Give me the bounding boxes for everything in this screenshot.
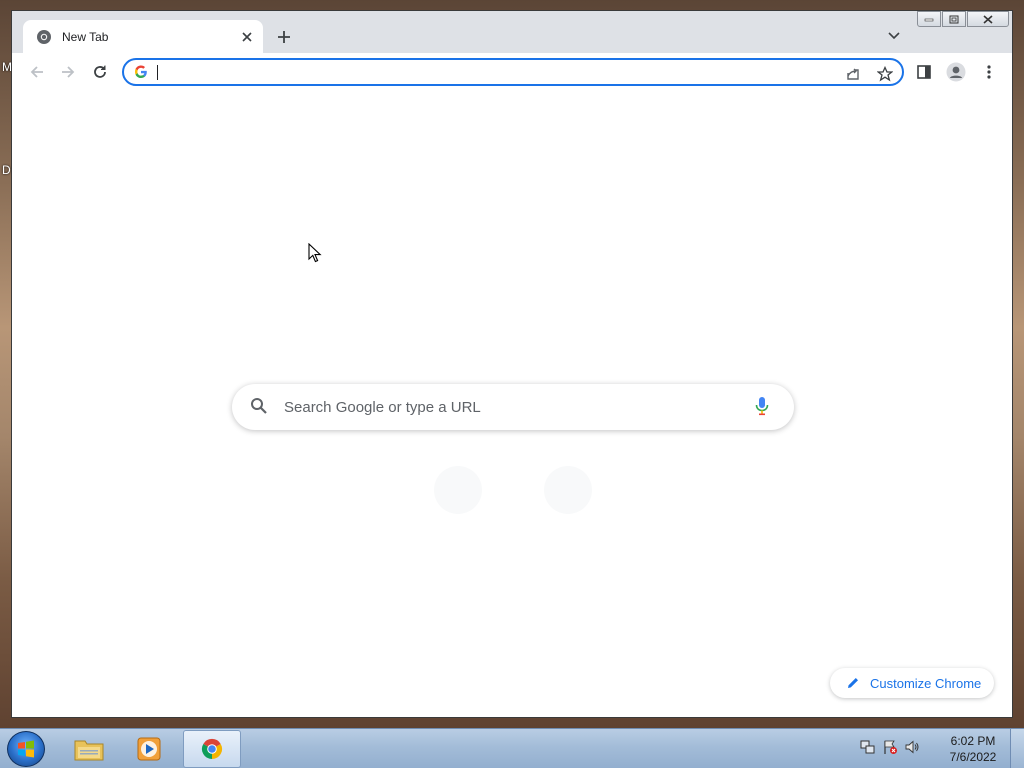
microphone-icon[interactable] bbox=[754, 396, 770, 421]
tab-new-tab[interactable]: New Tab bbox=[23, 20, 263, 53]
text-caret bbox=[157, 65, 158, 80]
window-close-button[interactable] bbox=[967, 11, 1009, 27]
browser-window: New Tab Search Google or type a URL Cust… bbox=[11, 10, 1013, 718]
windows-logo-icon bbox=[18, 740, 34, 758]
chevron-down-icon bbox=[888, 32, 900, 40]
close-icon bbox=[983, 14, 993, 24]
reload-icon bbox=[94, 65, 106, 78]
menu-button[interactable] bbox=[976, 59, 1002, 85]
plus-icon bbox=[278, 31, 290, 43]
side-panel-icon bbox=[917, 65, 931, 79]
customize-chrome-button[interactable]: Customize Chrome bbox=[830, 668, 994, 698]
profile-button[interactable] bbox=[943, 59, 969, 85]
start-button[interactable] bbox=[7, 731, 45, 767]
taskbar: 6:02 PM 7/6/2022 bbox=[0, 728, 1024, 768]
clock-date: 7/6/2022 bbox=[949, 750, 997, 764]
search-placeholder: Search Google or type a URL bbox=[284, 399, 481, 416]
desktop-icon-label-d[interactable]: D bbox=[2, 163, 11, 177]
restore-button[interactable] bbox=[942, 11, 966, 27]
avatar-icon bbox=[946, 62, 966, 82]
arrow-left-icon bbox=[30, 66, 43, 78]
tab-search-button[interactable] bbox=[884, 26, 904, 46]
minimize-icon bbox=[924, 18, 934, 22]
search-icon bbox=[250, 397, 268, 420]
back-button[interactable] bbox=[24, 59, 50, 85]
new-tab-button[interactable] bbox=[272, 25, 296, 49]
kebab-menu-icon bbox=[987, 65, 991, 79]
minimize-button[interactable] bbox=[917, 11, 941, 27]
show-desktop-button[interactable] bbox=[1010, 729, 1024, 768]
folder-icon bbox=[74, 740, 104, 761]
share-icon[interactable] bbox=[842, 63, 864, 85]
pencil-icon bbox=[848, 678, 858, 688]
taskbar-windows-media-player[interactable] bbox=[120, 730, 178, 768]
ntp-search-box[interactable]: Search Google or type a URL bbox=[232, 384, 794, 430]
tab-strip: New Tab bbox=[12, 11, 1012, 53]
side-panel-button[interactable] bbox=[911, 59, 937, 85]
media-player-icon bbox=[137, 737, 161, 761]
new-tab-page: Search Google or type a URL Customize Ch… bbox=[12, 91, 1012, 717]
clock-time: 6:02 PM bbox=[950, 734, 996, 748]
customize-chrome-label: Customize Chrome bbox=[870, 675, 982, 691]
network-icon[interactable] bbox=[860, 739, 876, 760]
shortcut-placeholder bbox=[434, 466, 482, 514]
taskbar-windows-explorer[interactable] bbox=[60, 730, 118, 768]
arrow-right-icon bbox=[62, 66, 75, 78]
chrome-icon bbox=[36, 29, 52, 45]
reload-button[interactable] bbox=[87, 59, 113, 85]
mouse-pointer-icon bbox=[308, 242, 322, 268]
restore-icon bbox=[949, 15, 959, 23]
tab-title: New Tab bbox=[62, 29, 109, 44]
shortcut-placeholder bbox=[544, 466, 592, 514]
close-tab-icon[interactable] bbox=[237, 27, 257, 47]
chrome-icon bbox=[201, 738, 223, 760]
address-bar[interactable] bbox=[122, 58, 904, 86]
action-center-flag-icon[interactable] bbox=[882, 739, 898, 760]
system-tray bbox=[860, 739, 920, 760]
taskbar-clock[interactable]: 6:02 PM 7/6/2022 bbox=[940, 733, 1006, 765]
taskbar-google-chrome[interactable] bbox=[183, 730, 241, 768]
address-input[interactable] bbox=[162, 63, 802, 83]
google-g-icon bbox=[134, 65, 148, 84]
volume-icon[interactable] bbox=[904, 739, 920, 760]
bookmark-star-icon[interactable] bbox=[874, 63, 896, 85]
toolbar bbox=[12, 53, 1012, 91]
forward-button[interactable] bbox=[55, 59, 81, 85]
